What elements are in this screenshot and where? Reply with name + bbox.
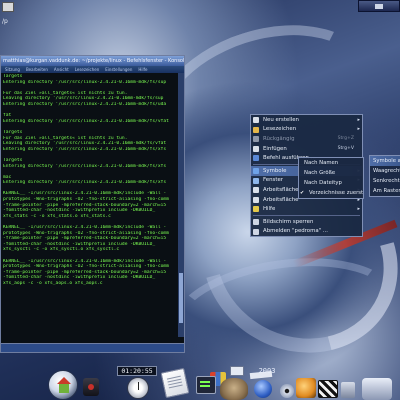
submenu-item-label: Nach Namen xyxy=(304,160,339,166)
submenu-arrow-icon: ▸ xyxy=(357,116,360,123)
menu-item-icon xyxy=(253,218,259,225)
terminal-line: Entering directory '/usr/src/linux-2.4.2… xyxy=(3,118,169,124)
menu-item-label: Symbole xyxy=(263,167,287,174)
terminal-line: Entering directory '/usr/src/linux-2.4.2… xyxy=(3,146,167,152)
menu-item-label: Hilfe xyxy=(263,206,276,213)
submenu-item-label: Nach Größe xyxy=(304,170,336,176)
submenu-item[interactable]: Nach Dateityp xyxy=(299,178,363,188)
menu-item[interactable]: Hilfe ▸ xyxy=(251,204,362,214)
terminal-line: xfs_aops -c -o xfs_aops.o xfs_aops.c xyxy=(3,280,103,286)
menu-separator xyxy=(253,214,360,216)
menu-item[interactable]: Rückgängig Strg+Z xyxy=(251,134,362,144)
terminal-line: Entering directory '/usr/src/linux-2.4.2… xyxy=(3,79,167,85)
terminal-line: Entering directory '/usr/src/linux-2.4.2… xyxy=(3,163,167,169)
clock-icon[interactable] xyxy=(127,377,149,399)
top-panel xyxy=(0,0,400,14)
menu-item-label: Lesezeichen xyxy=(263,126,297,133)
globe-icon[interactable] xyxy=(254,380,272,398)
terminal-line: prototypes -Wno-trigraphs -O2 -fno-stric… xyxy=(3,197,169,203)
mail-icon[interactable] xyxy=(230,366,244,376)
menu-item[interactable]: Bildschirm sperren xyxy=(251,217,362,227)
scrollbar-thumb[interactable] xyxy=(179,273,183,323)
clock-display: 01:20:55 xyxy=(117,366,157,376)
icons-submenu: Symbole ausrichtenWaagrechtSenkrechtAm R… xyxy=(369,155,400,197)
trash-icon[interactable] xyxy=(341,382,355,398)
menu-item[interactable]: Neu erstellen ▸ xyxy=(251,115,362,125)
menu-item-label: Neu erstellen xyxy=(263,116,299,123)
menu-item-icon xyxy=(253,145,259,152)
cd-icon[interactable] xyxy=(280,384,294,398)
menu-item-label: Bildschirm sperren xyxy=(263,218,314,225)
window-titlebar[interactable]: matthias@kurgan.vaddunk.de: ~/projekte/l… xyxy=(1,56,184,66)
menu-view[interactable]: Ansicht xyxy=(54,67,69,72)
menu-item-icon xyxy=(253,167,259,174)
menu-settings[interactable]: Einstellungen xyxy=(105,67,132,72)
menu-item[interactable]: Einfügen Strg+V xyxy=(251,144,362,154)
menu-session[interactable]: Sitzung xyxy=(5,67,20,72)
menu-item-icon xyxy=(253,177,259,184)
terminal-tabbar xyxy=(1,343,184,352)
year-display: 2003 xyxy=(258,367,276,375)
submenu-item[interactable]: Waagrecht xyxy=(370,166,400,176)
desktop-icon[interactable] xyxy=(2,2,14,12)
menu-item-icon xyxy=(253,206,259,213)
terminal-line: Leaving directory '/usr/src/linux-2.4.21… xyxy=(3,141,167,147)
menu-item-shortcut: Strg+V xyxy=(337,146,354,152)
submenu-item[interactable]: Nach Namen xyxy=(299,158,363,168)
menu-item-label: Fenster xyxy=(263,177,283,184)
window-title: matthias@kurgan.vaddunk.de: ~/projekte/l… xyxy=(3,58,184,64)
submenu-item[interactable]: Symbole ausrichten xyxy=(370,156,400,166)
menu-item-icon xyxy=(253,117,259,123)
menu-item-label: Einfügen xyxy=(263,145,287,152)
menu-bookmarks[interactable]: Lesezeichen xyxy=(75,67,100,72)
terminal-output[interactable]: Targets Entering directory '/usr/src/linu… xyxy=(1,73,184,337)
menu-item-icon xyxy=(253,196,259,203)
menu-item-label: Arbeitsfläche xyxy=(263,186,299,193)
terminal-line: prototypes -Wno-trigraphs -O2 -fno-stric… xyxy=(3,264,169,270)
home-icon[interactable] xyxy=(48,370,78,400)
menu-item-icon xyxy=(253,155,259,162)
submenu-item[interactable]: Senkrecht xyxy=(370,176,400,186)
menu-item-icon xyxy=(253,126,259,133)
media-player-icon[interactable] xyxy=(296,378,316,398)
gimp-icon[interactable] xyxy=(220,378,248,400)
menu-item-label: Arbeitsfläche xyxy=(263,196,299,203)
terminal-line: Entering directory '/usr/src/linux-2.4.2… xyxy=(3,180,167,186)
terminal-scrollbar[interactable] xyxy=(178,73,184,337)
menu-item-icon xyxy=(253,187,259,194)
menu-item-label: Rückgängig xyxy=(263,135,295,142)
text-editor-icon[interactable] xyxy=(160,367,190,399)
menu-help[interactable]: Hilfe xyxy=(138,67,147,72)
terminal-window[interactable]: matthias@kurgan.vaddunk.de: ~/projekte/l… xyxy=(0,55,185,353)
sort-submenu: Nach Namen Nach Größe Nach Dateityp ✔ Verzei… xyxy=(298,157,364,199)
panel-button[interactable] xyxy=(358,0,400,12)
checkmark-icon: ✔ xyxy=(300,190,305,196)
app-icon[interactable] xyxy=(83,378,99,396)
terminal-line: -frame-pointer -pipe -mpreferred-stack-b… xyxy=(3,236,167,242)
submenu-arrow-icon: ▸ xyxy=(357,126,360,133)
drive-icon[interactable] xyxy=(362,378,392,400)
video-icon[interactable] xyxy=(318,380,338,398)
terminal-menubar: Sitzung Bearbeiten Ansicht Lesezeichen E… xyxy=(1,66,184,73)
menu-item[interactable]: Lesezeichen ▸ xyxy=(251,125,362,135)
menu-item-icon xyxy=(253,228,259,235)
menu-item-label: Abmelden "pedroma" ... xyxy=(263,228,328,235)
menu-item-icon xyxy=(253,136,259,143)
terminal-line: KERNEL__ -I/usr/src/linux-2.4.21-0.16mm-… xyxy=(3,225,167,231)
submenu-item[interactable]: Am Raster ausrichten xyxy=(370,186,400,196)
menu-item[interactable]: Abmelden "pedroma" ... xyxy=(251,227,362,237)
submenu-item-label: Verzeichnisse zuerst xyxy=(309,190,364,196)
terminal-line: Entering directory '/usr/src/linux-2.4.2… xyxy=(3,101,167,107)
menu-edit[interactable]: Bearbeiten xyxy=(26,67,48,72)
submenu-item-label: Nach Dateityp xyxy=(304,180,342,186)
submenu-item[interactable]: ✔ Verzeichnisse zuerst xyxy=(299,188,363,198)
terminal-icon[interactable] xyxy=(196,376,216,394)
submenu-item[interactable]: Nach Größe xyxy=(299,168,363,178)
desktop-icon-label: /p xyxy=(2,18,8,25)
menu-item-shortcut: Strg+Z xyxy=(337,136,354,142)
submenu-arrow-icon: ▸ xyxy=(357,206,360,213)
